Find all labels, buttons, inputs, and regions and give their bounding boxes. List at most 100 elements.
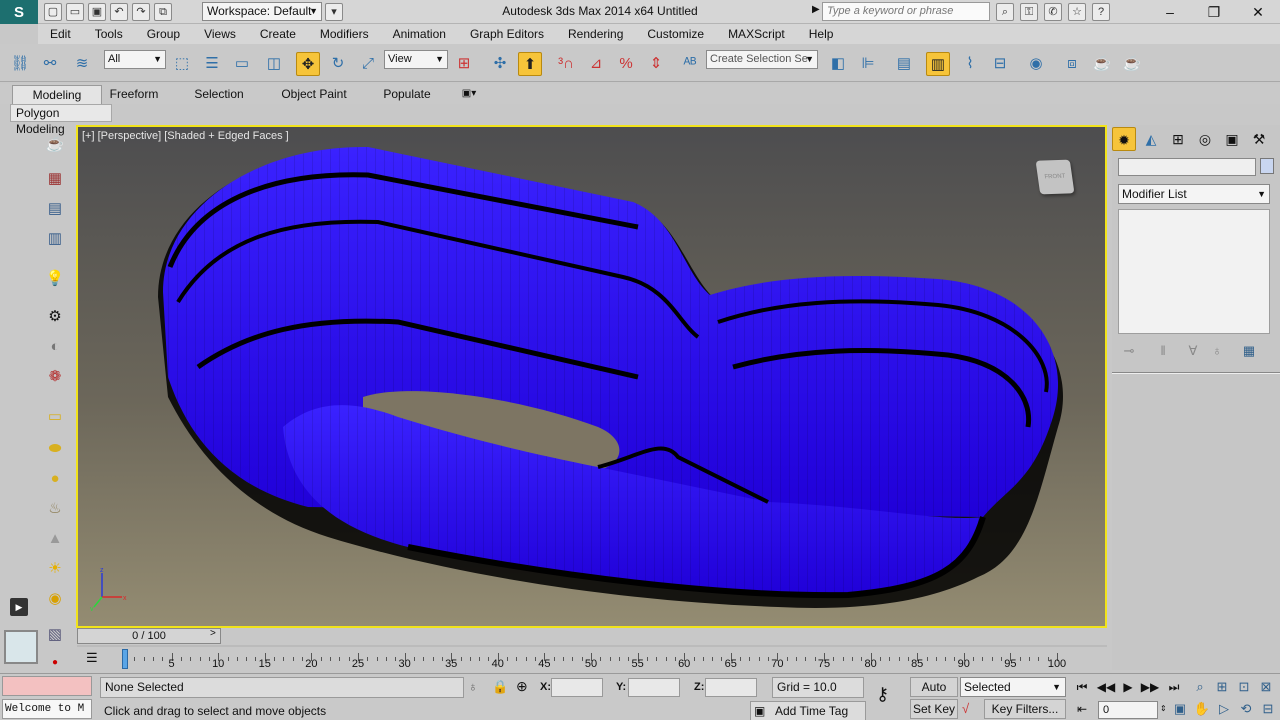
menu-maxscript[interactable]: MAXScript (716, 24, 797, 44)
snaps-toggle-icon[interactable]: ³∩ (554, 52, 578, 76)
select-and-scale-icon[interactable]: ⤢ (356, 52, 380, 76)
percent-snap-icon[interactable]: % (614, 52, 638, 76)
viewcube[interactable]: FRONT (1035, 159, 1075, 195)
modifier-list-dropdown[interactable]: Modifier List ▼ (1118, 184, 1270, 204)
transform-type-in-icon[interactable]: ⊕ (516, 678, 528, 695)
sphere-primitive-icon[interactable]: ● (44, 468, 66, 490)
z-coord-field[interactable] (705, 678, 757, 697)
go-to-end-icon[interactable]: ⏭ (1164, 678, 1184, 696)
application-button[interactable]: S (0, 0, 38, 24)
sun-light-icon[interactable]: ☀ (44, 558, 66, 580)
list-panel-icon[interactable]: ▤ (44, 198, 66, 220)
tab-modeling[interactable]: Modeling (12, 85, 102, 104)
track-bar[interactable]: 0510152025303540455055606570758085909510… (110, 648, 1070, 672)
undo-icon[interactable]: ↶ (110, 3, 128, 21)
particle-system-icon[interactable]: ❁ (44, 366, 66, 388)
menu-help[interactable]: Help (797, 24, 846, 44)
motion-tab-icon[interactable]: ◎ (1193, 127, 1217, 151)
time-slider-next-icon[interactable]: > (210, 628, 216, 639)
grid-helper-icon[interactable]: ▧ (44, 624, 66, 646)
help-icon[interactable]: ? (1092, 3, 1110, 21)
sphere-gray-icon[interactable]: ◐ (44, 336, 66, 358)
play-icon[interactable]: ▶ (1118, 678, 1138, 696)
make-unique-icon[interactable]: ∀ (1184, 341, 1202, 361)
keyboard-shortcut-override-icon[interactable]: ⬆ (518, 52, 542, 76)
menu-graph-editors[interactable]: Graph Editors (458, 24, 556, 44)
spinner-icon[interactable]: ⇕ (1160, 704, 1167, 713)
communication-center-icon[interactable]: ✆ (1044, 3, 1062, 21)
search-expand-icon[interactable]: ▶ (812, 4, 820, 15)
go-to-start-icon[interactable]: ⏮ (1072, 678, 1092, 696)
save-icon[interactable]: ▣ (88, 3, 106, 21)
display-tab-icon[interactable]: ▣ (1220, 127, 1244, 151)
rectangular-selection-icon[interactable]: ▭ (230, 52, 254, 76)
named-selection-dropdown[interactable]: Create Selection Se ▼ (706, 50, 818, 69)
set-key-button[interactable]: Set Key (910, 699, 958, 719)
menu-rendering[interactable]: Rendering (556, 24, 635, 44)
edit-named-selection-icon[interactable]: ᴬᴮ (678, 52, 702, 76)
walk-through-icon[interactable]: ▷ (1214, 699, 1234, 719)
maximize-button[interactable]: ❐ (1192, 0, 1236, 24)
camera-icon[interactable]: ⚙ (44, 306, 66, 328)
open-file-icon[interactable]: ▭ (66, 3, 84, 21)
next-frame-icon[interactable]: ▶▶ (1140, 678, 1160, 696)
cone-primitive-icon[interactable]: ⬬ (44, 438, 66, 460)
menu-edit[interactable]: Edit (38, 24, 83, 44)
selection-lock-icon[interactable]: 🔒 (492, 679, 508, 695)
tab-populate[interactable]: Populate (376, 85, 438, 104)
pyramid-primitive-icon[interactable]: ▲ (44, 528, 66, 550)
zoom-extents-icon[interactable]: ⊡ (1234, 677, 1254, 697)
set-keys-key-icon[interactable]: ⚷ (876, 684, 889, 705)
new-file-icon[interactable]: ▢ (44, 3, 62, 21)
create-tab-icon[interactable]: ✹ (1112, 127, 1136, 151)
select-and-rotate-icon[interactable]: ↻ (326, 52, 350, 76)
object-color-swatch[interactable] (1260, 158, 1274, 174)
remove-modifier-icon[interactable]: ♁ (1208, 341, 1226, 361)
select-and-move-icon[interactable]: ✥ (296, 52, 320, 76)
angle-snap-icon[interactable]: ⊿ (584, 52, 608, 76)
layer-explorer-icon[interactable]: ▥ (44, 228, 66, 250)
ribbon-toggle-icon[interactable]: ▥ (926, 52, 950, 76)
menu-views[interactable]: Views (192, 24, 248, 44)
perspective-viewport[interactable]: [+] [Perspective] [Shaded + Edged Faces … (76, 125, 1107, 628)
search-input[interactable]: Type a keyword or phrase (822, 2, 990, 21)
light-bulb-icon[interactable]: 💡 (44, 268, 66, 290)
mirror-icon[interactable]: ◧ (826, 52, 850, 76)
hierarchy-tab-icon[interactable]: ⊞ (1166, 127, 1190, 151)
zoom-all-icon[interactable]: ⊞ (1212, 677, 1232, 697)
menu-group[interactable]: Group (135, 24, 192, 44)
image-plane-icon[interactable]: ▦ (44, 168, 66, 190)
expand-panel-icon[interactable]: ▶ (10, 598, 28, 616)
redo-icon[interactable]: ↷ (132, 3, 150, 21)
spinner-snap-icon[interactable]: ⇕ (644, 52, 668, 76)
pan-view-icon[interactable]: ✋ (1192, 699, 1212, 719)
object-name-input[interactable] (1118, 158, 1256, 176)
menu-create[interactable]: Create (248, 24, 308, 44)
tab-freeform[interactable]: Freeform (104, 85, 164, 104)
key-filters-button[interactable]: Key Filters... (984, 699, 1066, 719)
render-production-icon[interactable]: ☕ (1120, 52, 1144, 76)
bind-space-warp-icon[interactable]: ≋ (70, 52, 94, 76)
auto-key-button[interactable]: Auto Key (910, 677, 958, 712)
box-primitive-icon[interactable]: ▭ (44, 406, 66, 428)
align-icon[interactable]: ⊫ (856, 52, 880, 76)
project-folder-icon[interactable]: ⧉ (154, 3, 172, 21)
render-setup-icon[interactable]: ⧈ (1060, 52, 1084, 76)
pivot-center-icon[interactable]: ⊞ (452, 52, 476, 76)
schematic-view-icon[interactable]: ⊟ (988, 52, 1012, 76)
maxscript-listener-input[interactable]: Welcome to M (2, 699, 92, 719)
default-in-out-tangents-icon[interactable]: √ (962, 701, 969, 716)
select-object-icon[interactable]: ⬚ (170, 52, 194, 76)
ribbon-options-icon[interactable]: ▣▾ (456, 85, 482, 104)
manage-layers-icon[interactable]: ▤ (892, 52, 916, 76)
teapot-icon[interactable]: ☕ (44, 134, 66, 156)
curve-editor-icon[interactable]: ⌇ (958, 52, 982, 76)
tab-selection[interactable]: Selection (186, 85, 252, 104)
field-of-view-icon[interactable]: ▣ (1170, 699, 1190, 719)
isolate-selection-icon[interactable]: ♁ (468, 679, 478, 694)
unlink-selection-icon[interactable]: ⚯ (38, 52, 62, 76)
modifier-stack[interactable] (1118, 209, 1270, 334)
key-mode-dropdown[interactable]: Selected ▼ (960, 677, 1066, 697)
add-time-tag-button[interactable]: Add Time Tag (750, 701, 866, 720)
x-coord-field[interactable] (551, 678, 603, 697)
